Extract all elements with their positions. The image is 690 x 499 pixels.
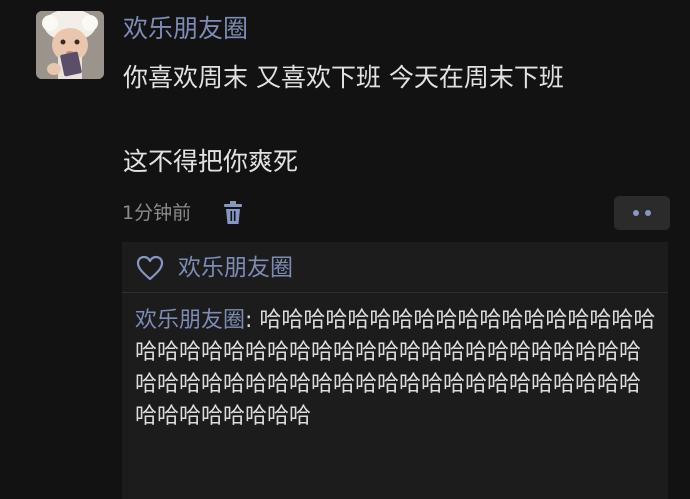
more-dots-icon[interactable]	[614, 196, 670, 230]
comment-author[interactable]: 欢乐朋友圈	[135, 308, 245, 333]
trash-icon[interactable]	[222, 201, 244, 225]
comment-item[interactable]: 欢乐朋友圈: 哈哈哈哈哈哈哈哈哈哈哈哈哈哈哈哈哈哈哈哈哈哈哈哈哈哈哈哈哈哈哈哈哈…	[135, 305, 657, 433]
post-text-line: 你喜欢周末 又喜欢下班 今天在周末下班	[123, 63, 564, 92]
avatar[interactable]	[36, 11, 104, 79]
post-text: 你喜欢周末 又喜欢下班 今天在周末下班 这不得把你爽死	[123, 58, 683, 182]
likes-row: 欢乐朋友圈	[136, 251, 293, 285]
avatar-image	[36, 11, 104, 79]
heart-icon	[136, 255, 164, 281]
post-text-line: 这不得把你爽死	[123, 147, 299, 176]
like-user-name[interactable]: 欢乐朋友圈	[178, 251, 293, 285]
comment-separator: :	[245, 308, 260, 333]
divider	[122, 292, 668, 293]
post-timestamp: 1分钟前	[122, 202, 192, 224]
likes-comments-panel: 欢乐朋友圈 欢乐朋友圈: 哈哈哈哈哈哈哈哈哈哈哈哈哈哈哈哈哈哈哈哈哈哈哈哈哈哈哈…	[122, 242, 668, 499]
post-author-name[interactable]: 欢乐朋友圈	[123, 12, 248, 46]
